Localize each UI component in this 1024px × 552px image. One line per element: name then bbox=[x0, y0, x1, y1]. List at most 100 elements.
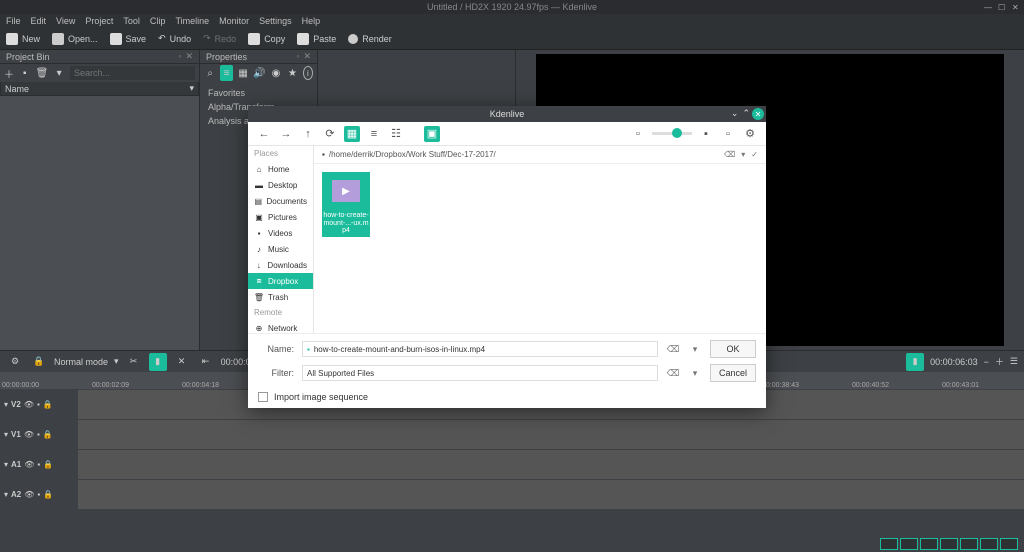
path-text[interactable]: /home/derrik/Dropbox/Work Stuff/Dec-17-2… bbox=[329, 150, 496, 159]
audio-effects-icon[interactable]: 🔊 bbox=[253, 65, 265, 81]
nav-reload-icon[interactable]: ⟳ bbox=[322, 126, 338, 142]
favorite-effects-icon[interactable]: ★ bbox=[286, 65, 298, 81]
mode-label[interactable]: Normal mode bbox=[54, 357, 108, 367]
import-sequence-checkbox[interactable] bbox=[258, 392, 268, 402]
bin-search-input[interactable] bbox=[70, 66, 195, 80]
sort-icon[interactable]: ▾ bbox=[189, 83, 194, 94]
info-icon[interactable]: i bbox=[303, 66, 313, 80]
menu-file[interactable]: File bbox=[6, 16, 21, 26]
menu-icon[interactable]: ☰ bbox=[1010, 356, 1018, 367]
accept-path-icon[interactable]: ✓ bbox=[751, 150, 758, 159]
mute-icon[interactable]: ▪ bbox=[37, 460, 40, 469]
gear-icon[interactable]: ⚙ bbox=[6, 353, 24, 371]
file-item[interactable]: ▶ how-to-create-mount-...-ux.mp4 bbox=[322, 172, 370, 237]
track-head-v2[interactable]: ▾ V2 👁▪🔒 bbox=[0, 390, 78, 419]
clear-icon[interactable]: ⌫ bbox=[666, 368, 680, 379]
place-music[interactable]: ♪Music bbox=[248, 241, 313, 257]
bin-name-header[interactable]: Name▾ bbox=[0, 82, 199, 96]
video-effects-icon[interactable]: ▦ bbox=[237, 65, 249, 81]
nav-up-icon[interactable]: ↑ bbox=[300, 126, 316, 142]
nav-forward-icon[interactable]: → bbox=[278, 126, 294, 142]
chevron-down-icon[interactable]: ▾ bbox=[114, 356, 119, 367]
plus-icon[interactable]: ＋ bbox=[995, 355, 1004, 368]
name-input[interactable]: ▪how-to-create-mount-and-burn-isos-in-li… bbox=[302, 341, 658, 357]
place-home[interactable]: ⌂Home bbox=[248, 161, 313, 177]
chevron-down-icon[interactable]: ▾ bbox=[741, 150, 745, 159]
settings-icon[interactable]: ⚙ bbox=[742, 126, 758, 142]
panel-detach-icon[interactable]: ◦ bbox=[178, 51, 181, 62]
minus-icon[interactable]: − bbox=[984, 357, 989, 367]
paste-button[interactable]: Paste bbox=[297, 33, 336, 45]
search-icon[interactable]: ⌕ bbox=[204, 65, 216, 81]
view-tree-icon[interactable]: ☷ bbox=[388, 126, 404, 142]
menu-monitor[interactable]: Monitor bbox=[219, 16, 249, 26]
mute-icon[interactable]: ▪ bbox=[37, 430, 40, 439]
zoom-slider[interactable] bbox=[652, 132, 692, 135]
render-button[interactable]: Render bbox=[348, 34, 392, 44]
cancel-button[interactable]: Cancel bbox=[710, 364, 756, 382]
chevron-down-icon[interactable]: ▾ bbox=[688, 344, 702, 355]
preview-toggle-icon[interactable]: ▣ bbox=[424, 126, 440, 142]
dialog-titlebar[interactable]: Kdenlive ⌄⌃ ✕ bbox=[248, 106, 766, 122]
save-button[interactable]: Save bbox=[110, 33, 147, 45]
lock-icon[interactable]: 🔒 bbox=[43, 430, 53, 439]
chevron-down-icon[interactable]: ▾ bbox=[54, 66, 64, 80]
minimize-icon[interactable]: — bbox=[984, 3, 992, 11]
chevron-down-icon[interactable]: ▾ bbox=[688, 368, 702, 379]
menu-tool[interactable]: Tool bbox=[123, 16, 140, 26]
spacer-icon[interactable]: ⇤ bbox=[197, 353, 215, 371]
copy-button[interactable]: Copy bbox=[248, 33, 285, 45]
dialog-minimize-icon[interactable]: ⌄ bbox=[731, 108, 739, 119]
breadcrumb[interactable]: ▪ /home/derrik/Dropbox/Work Stuff/Dec-17… bbox=[314, 146, 766, 164]
track-head-v1[interactable]: ▾ V1 👁▪🔒 bbox=[0, 420, 78, 449]
cut-icon[interactable]: ✂ bbox=[125, 353, 143, 371]
nav-back-icon[interactable]: ← bbox=[256, 126, 272, 142]
place-pictures[interactable]: ▣Pictures bbox=[248, 209, 313, 225]
clear-icon[interactable]: ⌫ bbox=[666, 344, 680, 355]
new-button[interactable]: New bbox=[6, 33, 40, 45]
status-btn[interactable] bbox=[900, 538, 918, 550]
status-btn[interactable] bbox=[980, 538, 998, 550]
place-trash[interactable]: 🗑Trash bbox=[248, 289, 313, 305]
track-head-a1[interactable]: ▾ A1 👁▪🔒 bbox=[0, 450, 78, 479]
status-btn[interactable] bbox=[960, 538, 978, 550]
razor-icon[interactable]: ✕ bbox=[173, 353, 191, 371]
lock-icon[interactable]: 🔒 bbox=[43, 460, 53, 469]
place-desktop[interactable]: ▬Desktop bbox=[248, 177, 313, 193]
view-list-icon[interactable]: ≡ bbox=[366, 126, 382, 142]
menu-clip[interactable]: Clip bbox=[150, 16, 166, 26]
ok-button[interactable]: OK bbox=[710, 340, 756, 358]
place-network[interactable]: ⊕Network bbox=[248, 320, 313, 333]
panel-close-icon[interactable]: ✕ bbox=[185, 51, 193, 62]
effects-tree-icon[interactable]: ≡ bbox=[220, 65, 232, 81]
menu-view[interactable]: View bbox=[56, 16, 75, 26]
eye-icon[interactable]: 👁 bbox=[24, 490, 34, 499]
marker-button[interactable]: ▮ bbox=[906, 353, 924, 371]
dialog-maximize-icon[interactable]: ⌃ bbox=[742, 108, 750, 119]
track-body[interactable] bbox=[78, 480, 1024, 509]
panel-close-icon[interactable]: ✕ bbox=[303, 51, 311, 62]
file-browser[interactable]: ▶ how-to-create-mount-...-ux.mp4 bbox=[314, 164, 766, 333]
menu-help[interactable]: Help bbox=[302, 16, 321, 26]
place-dropbox[interactable]: ⧈Dropbox bbox=[248, 273, 313, 289]
lock-icon[interactable]: 🔒 bbox=[43, 490, 53, 499]
props-item[interactable]: Favorites bbox=[208, 86, 309, 100]
menu-edit[interactable]: Edit bbox=[31, 16, 47, 26]
undo-button[interactable]: ↶Undo bbox=[158, 33, 191, 44]
new-folder-icon[interactable]: ▫ bbox=[720, 126, 736, 142]
open-button[interactable]: Open... bbox=[52, 33, 98, 45]
zoom-in-icon[interactable]: ▪ bbox=[698, 126, 714, 142]
status-btn[interactable] bbox=[920, 538, 938, 550]
redo-button[interactable]: ↷Redo bbox=[203, 33, 236, 44]
view-icons-icon[interactable]: ▦ bbox=[344, 126, 360, 142]
select-tool-button[interactable]: ▮ bbox=[149, 353, 167, 371]
track-head-a2[interactable]: ▾ A2 👁▪🔒 bbox=[0, 480, 78, 509]
custom-effects-icon[interactable]: ◉ bbox=[270, 65, 282, 81]
place-downloads[interactable]: ↓Downloads bbox=[248, 257, 313, 273]
place-videos[interactable]: ▪Videos bbox=[248, 225, 313, 241]
track-body[interactable] bbox=[78, 420, 1024, 449]
menu-project[interactable]: Project bbox=[85, 16, 113, 26]
menu-timeline[interactable]: Timeline bbox=[175, 16, 209, 26]
status-btn[interactable] bbox=[940, 538, 958, 550]
folder-icon[interactable]: ▪ bbox=[20, 66, 30, 80]
